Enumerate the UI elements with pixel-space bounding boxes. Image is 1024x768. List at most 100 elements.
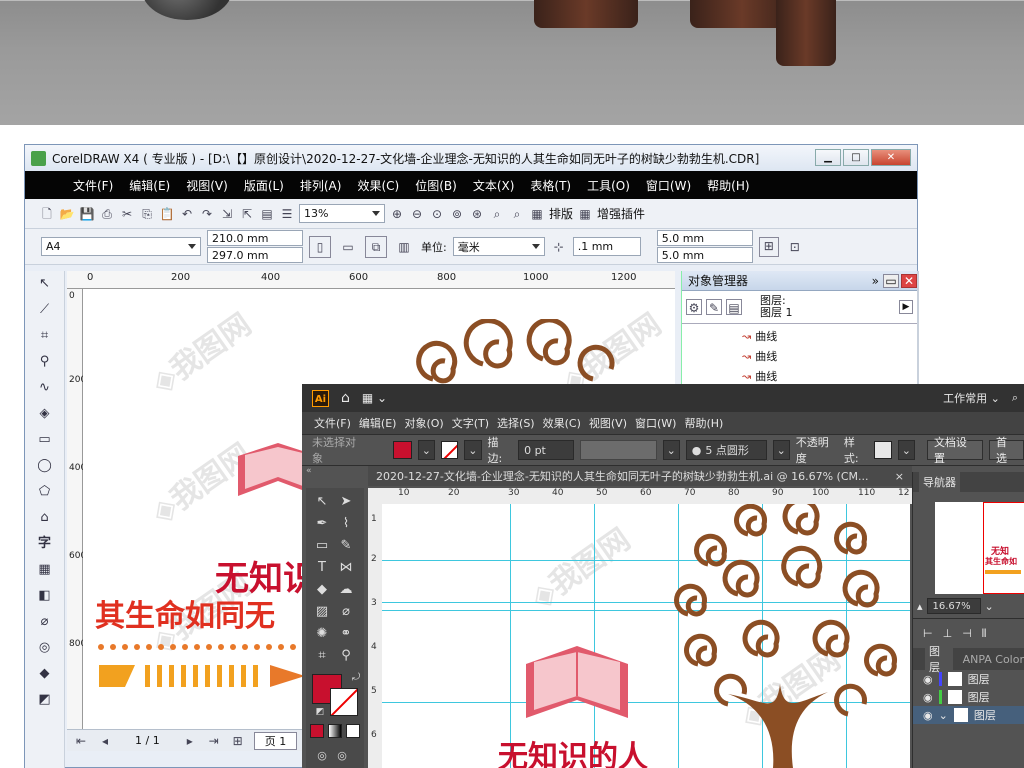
- menu-arrange[interactable]: 排列(A): [292, 177, 350, 194]
- layer-manager-icon[interactable]: ▤: [726, 299, 742, 315]
- zoom-in-icon[interactable]: ⊕: [389, 206, 405, 222]
- distribute-icon[interactable]: ⫴: [982, 627, 987, 641]
- last-page-icon[interactable]: ⇥: [206, 733, 222, 749]
- draw-behind-icon[interactable]: ◎: [332, 746, 352, 766]
- layout-icon[interactable]: ▦: [529, 206, 545, 222]
- minimize-button[interactable]: ▁: [815, 149, 841, 166]
- close-button[interactable]: ✕: [871, 149, 911, 166]
- plugin-button[interactable]: 增强插件: [597, 205, 645, 222]
- eraser-tool-icon[interactable]: ◆: [312, 580, 332, 600]
- menu-help[interactable]: 帮助(H): [680, 415, 727, 431]
- import-icon[interactable]: ⇲: [219, 206, 235, 222]
- landscape-icon[interactable]: ▭: [337, 239, 359, 255]
- page-width-field[interactable]: 210.0 mm: [207, 230, 303, 246]
- fill-swatch[interactable]: [392, 441, 412, 459]
- menu-effects[interactable]: 效果(C): [349, 177, 407, 194]
- menu-view[interactable]: 视图(V): [178, 177, 236, 194]
- next-page-icon[interactable]: ▸: [182, 733, 198, 749]
- blend-tool-icon[interactable]: ⚭: [336, 624, 356, 644]
- pick-tool-icon[interactable]: ↖: [25, 271, 64, 297]
- page-tab[interactable]: 页 1: [253, 731, 298, 750]
- interactive-fill-icon[interactable]: ◩: [25, 687, 64, 713]
- tree-item[interactable]: ↝ 曲线: [742, 366, 917, 386]
- plugin-icon[interactable]: ▦: [577, 206, 593, 222]
- brush-dropdown[interactable]: ⌄: [772, 440, 790, 460]
- stroke-weight-field[interactable]: 0 pt: [518, 440, 575, 460]
- anpa-color-tab[interactable]: ANPA Color: [963, 653, 1024, 666]
- duplicate-x-field[interactable]: 5.0 mm: [656, 230, 753, 246]
- menu-edit[interactable]: 编辑(E): [355, 415, 401, 431]
- default-colors-icon[interactable]: ◩: [310, 702, 330, 722]
- graphic-style-swatch[interactable]: [874, 441, 892, 459]
- arrange-documents-icon[interactable]: ▦ ⌄: [362, 391, 387, 405]
- rectangle-tool-icon[interactable]: ▭: [312, 536, 332, 556]
- layer-row[interactable]: ◉ ⌄ 图层: [913, 706, 1024, 724]
- minimize-panel-icon[interactable]: ▭: [883, 273, 899, 288]
- show-properties-icon[interactable]: ⚙: [686, 299, 702, 315]
- rectangle-tool-icon[interactable]: ▭: [25, 427, 64, 453]
- menu-file[interactable]: 文件(F): [310, 415, 355, 431]
- workspace-switcher[interactable]: 工作常用 ⌄: [943, 390, 1000, 406]
- tree-item[interactable]: ↝ 曲线: [742, 346, 917, 366]
- menu-type[interactable]: 文字(T): [448, 415, 493, 431]
- collapse-toolbar-icon[interactable]: «: [306, 466, 312, 476]
- freehand-tool-icon[interactable]: ∿: [25, 375, 64, 401]
- align-center-icon[interactable]: ⊥: [943, 627, 953, 640]
- chevron-down-icon[interactable]: ⌄: [939, 709, 948, 722]
- zoom-field[interactable]: 16.67%: [926, 598, 981, 614]
- zoom-width-icon[interactable]: ⊛: [469, 206, 485, 222]
- fill-dropdown[interactable]: ⌄: [417, 440, 435, 460]
- duplicate-y-field[interactable]: 5.0 mm: [656, 247, 753, 263]
- menu-select[interactable]: 选择(S): [493, 415, 539, 431]
- zoom-out-icon[interactable]: ⊖: [409, 206, 425, 222]
- menu-effect[interactable]: 效果(C): [539, 415, 585, 431]
- stroke-swatch[interactable]: [440, 441, 459, 459]
- menu-tools[interactable]: 工具(O): [579, 177, 638, 194]
- menu-window[interactable]: 窗口(W): [638, 177, 699, 194]
- eye-icon[interactable]: ◉: [923, 691, 933, 704]
- smart-fill-icon[interactable]: ◈: [25, 401, 64, 427]
- menu-layout[interactable]: 版面(L): [236, 177, 292, 194]
- none-mode-icon[interactable]: [346, 724, 360, 738]
- layer-row[interactable]: ◉ 图层: [913, 688, 1024, 706]
- menu-table[interactable]: 表格(T): [522, 177, 579, 194]
- menu-view[interactable]: 视图(V): [585, 415, 631, 431]
- paper-size-select[interactable]: A4: [41, 237, 201, 256]
- zoom-height-icon[interactable]: ⌕: [489, 206, 505, 222]
- stroke-dropdown[interactable]: ⌄: [464, 440, 482, 460]
- align-left-icon[interactable]: ⊢: [923, 627, 933, 640]
- style-dropdown[interactable]: ⌄: [897, 440, 915, 460]
- curvature-tool-icon[interactable]: ⌇: [336, 514, 356, 534]
- layout-button[interactable]: 排版: [549, 205, 573, 222]
- snap-icon[interactable]: ⊡: [785, 239, 805, 255]
- guide-line[interactable]: [594, 504, 595, 768]
- gradient-mode-icon[interactable]: [328, 724, 342, 738]
- stroke-color-box[interactable]: [330, 688, 358, 716]
- crop-tool-icon[interactable]: ⌗: [25, 323, 64, 349]
- current-page-icon[interactable]: ▥: [393, 239, 415, 255]
- symbol-sprayer-icon[interactable]: ✺: [312, 624, 332, 644]
- text-tool-icon[interactable]: 字: [25, 531, 64, 557]
- brush-select[interactable]: ● 5 点圆形: [685, 440, 767, 460]
- nudge-field[interactable]: .1 mm: [572, 237, 641, 256]
- preferences-button[interactable]: 首选: [988, 436, 1024, 465]
- portrait-icon[interactable]: ▯: [309, 235, 331, 258]
- edit-across-layers-icon[interactable]: ✎: [706, 299, 722, 315]
- add-page-icon[interactable]: ⊞: [230, 733, 246, 749]
- opacity-label[interactable]: 不透明度: [796, 434, 838, 466]
- pencil-tool-icon[interactable]: ✎: [336, 536, 356, 556]
- pen-tool-icon[interactable]: ✒: [312, 514, 332, 534]
- tree-item[interactable]: ↝ 曲线: [742, 326, 917, 346]
- interactive-blend-icon[interactable]: ◧: [25, 583, 64, 609]
- paste-icon[interactable]: 📋: [159, 206, 175, 222]
- type-tool-icon[interactable]: T: [312, 558, 332, 578]
- close-panel-icon[interactable]: ✕: [901, 273, 917, 288]
- polygon-tool-icon[interactable]: ⬠: [25, 479, 64, 505]
- eyedropper-tool-icon[interactable]: ⌀: [336, 602, 356, 622]
- document-setup-button[interactable]: 文档设置: [926, 436, 983, 465]
- table-tool-icon[interactable]: ▦: [25, 557, 64, 583]
- zoom-tool-icon[interactable]: ⚲: [336, 646, 356, 666]
- variable-width-profile[interactable]: [580, 440, 657, 460]
- eye-icon[interactable]: ◉: [923, 673, 933, 686]
- zoom-tool-icon[interactable]: ⚲: [25, 349, 64, 375]
